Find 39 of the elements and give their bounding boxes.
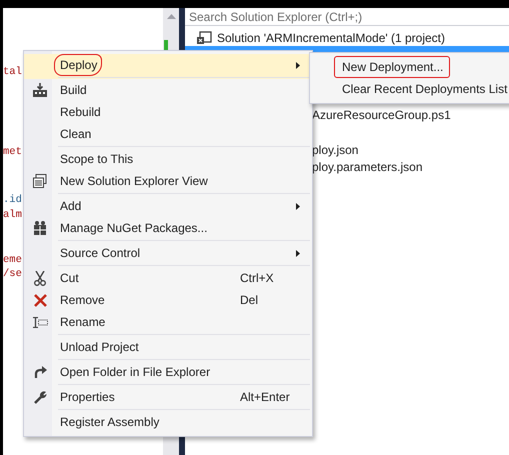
- code-text: tal: [3, 66, 22, 78]
- menu-item[interactable]: Clear Recent Deployments List: [310, 78, 509, 100]
- package-icon: [34, 221, 46, 235]
- menu-item[interactable]: Register Assembly: [24, 411, 312, 433]
- submenu-arrow-icon: [296, 62, 300, 69]
- tree-item[interactable]: Solution 'ARMIncrementalMode' (1 project): [185, 29, 509, 46]
- scissors-icon: [34, 270, 46, 286]
- redo-arrow-icon: [34, 366, 46, 378]
- menu-item[interactable]: Rebuild: [24, 101, 312, 123]
- submenu-arrow-icon: [296, 203, 300, 210]
- menu-item[interactable]: Scope to This: [24, 148, 312, 170]
- solution-icon: [197, 31, 212, 44]
- menu-item[interactable]: Rename: [24, 311, 312, 336]
- delete-icon: [34, 294, 46, 306]
- menu-item[interactable]: Clean: [24, 123, 312, 148]
- window-icon: [33, 174, 47, 188]
- code-text: /se: [3, 268, 22, 280]
- code-text: .id: [3, 194, 22, 206]
- code-text: eme: [3, 254, 22, 266]
- menu-item[interactable]: Deploy: [24, 54, 312, 79]
- wrench-icon: [34, 390, 46, 404]
- menu-item[interactable]: New Deployment...: [310, 56, 509, 78]
- menu-item[interactable]: New Solution Explorer View: [24, 170, 312, 195]
- annotation-outline: [54, 54, 102, 76]
- code-text: met: [3, 146, 22, 158]
- build-icon: [33, 83, 47, 97]
- rename-icon: [32, 316, 48, 328]
- submenu-arrow-icon: [296, 250, 300, 257]
- menu-item[interactable]: Add: [24, 195, 312, 217]
- scroll-up-icon[interactable]: [167, 14, 176, 19]
- menu-item[interactable]: Cut Ctrl+X: [24, 267, 312, 289]
- menu-item[interactable]: Manage NuGet Packages...: [24, 217, 312, 242]
- menu-item[interactable]: Open Folder in File Explorer: [24, 361, 312, 386]
- code-text: alm: [3, 209, 22, 221]
- menu-item[interactable]: Build: [24, 79, 312, 101]
- menu-item[interactable]: Source Control: [24, 242, 312, 267]
- menu-item[interactable]: Properties Alt+Enter: [24, 386, 312, 411]
- menu-item[interactable]: Unload Project: [24, 336, 312, 361]
- menu-item[interactable]: Remove Del: [24, 289, 312, 311]
